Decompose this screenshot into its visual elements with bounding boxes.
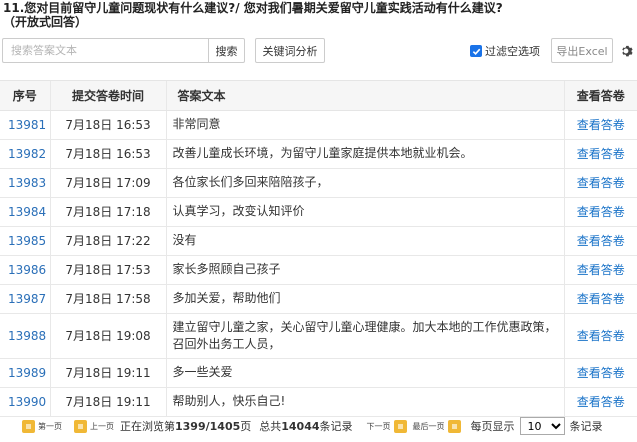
header-time: 提交答卷时间 xyxy=(50,81,167,111)
last-page-label: 最后一页 xyxy=(412,421,445,431)
row-time: 7月18日 16:53 xyxy=(50,139,167,169)
row-answer: 家长多照顾自己孩子 xyxy=(166,255,565,285)
keyword-analysis-button[interactable]: 关键词分析 xyxy=(255,38,325,63)
next-page-icon xyxy=(393,419,407,433)
row-id-link[interactable]: 13983 xyxy=(0,168,51,198)
page-size-select[interactable]: 10 xyxy=(519,417,565,435)
row-time: 7月18日 17:53 xyxy=(50,255,167,285)
table-row: 13987 7月18日 17:58 多加关爱，帮助他们 查看答卷 xyxy=(0,284,637,314)
view-answer-link[interactable]: 查看答卷 xyxy=(564,168,637,198)
gear-icon[interactable] xyxy=(620,44,634,58)
row-answer: 非常同意 xyxy=(166,110,565,140)
row-id-link[interactable]: 13989 xyxy=(0,358,51,388)
first-page-icon xyxy=(22,419,35,433)
total-records: 总共14044条记录 xyxy=(259,418,352,434)
browsing-prefix: 正在浏览第 xyxy=(120,420,175,433)
row-time: 7月18日 19:08 xyxy=(50,313,167,359)
question-title: 11.您对目前留守儿童问题现状有什么建议?/ 您对我们暑期关爱留守儿童实践活动有… xyxy=(3,1,633,29)
table-header-row: 序号 提交答卷时间 答案文本 查看答卷 xyxy=(0,81,637,111)
view-answer-link[interactable]: 查看答卷 xyxy=(564,284,637,314)
row-answer: 建立留守儿童之家，关心留守儿童心理健康。加大本地的工作优惠政策，召回外出务工人员… xyxy=(166,313,565,359)
row-id-link[interactable]: 13984 xyxy=(0,197,51,227)
export-excel-button[interactable]: 导出Excel xyxy=(551,38,613,63)
total-value: 14044 xyxy=(281,420,320,433)
first-page-button[interactable]: 第一页 xyxy=(22,419,62,433)
view-answer-link[interactable]: 查看答卷 xyxy=(564,139,637,169)
prev-page-icon xyxy=(74,419,87,433)
row-time: 7月18日 17:09 xyxy=(50,168,167,198)
next-page-button[interactable]: 下一页 xyxy=(366,419,407,433)
row-answer: 帮助别人，快乐自己! xyxy=(166,387,565,417)
row-answer: 改善儿童成长环境，为留守儿童家庭提供本地就业机会。 xyxy=(166,139,565,169)
row-time: 7月18日 16:53 xyxy=(50,110,167,140)
row-answer: 多加关爱，帮助他们 xyxy=(166,284,565,314)
row-id-link[interactable]: 13986 xyxy=(0,255,51,285)
view-answer-link[interactable]: 查看答卷 xyxy=(564,313,637,359)
checkbox-checked-icon[interactable] xyxy=(470,45,482,57)
row-time: 7月18日 19:11 xyxy=(50,387,167,417)
first-page-label: 第一页 xyxy=(38,421,62,431)
per-page-suffix: 条记录 xyxy=(569,420,603,433)
table-row: 13985 7月18日 17:22 没有 查看答卷 xyxy=(0,226,637,256)
header-id: 序号 xyxy=(0,81,51,111)
view-answer-link[interactable]: 查看答卷 xyxy=(564,226,637,256)
next-page-label: 下一页 xyxy=(366,421,391,431)
toolbar: 搜索 关键词分析 过滤空选项 导出Excel xyxy=(0,38,637,64)
filter-empty-label: 过滤空选项 xyxy=(485,45,540,58)
row-time: 7月18日 19:11 xyxy=(50,358,167,388)
question-type: （开放式回答） xyxy=(3,15,88,29)
table-row: 13982 7月18日 16:53 改善儿童成长环境，为留守儿童家庭提供本地就业… xyxy=(0,139,637,169)
view-answer-link[interactable]: 查看答卷 xyxy=(564,255,637,285)
table-row: 13989 7月18日 19:11 多一些关爱 查看答卷 xyxy=(0,358,637,388)
row-id-link[interactable]: 13988 xyxy=(0,313,51,359)
row-time: 7月18日 17:22 xyxy=(50,226,167,256)
question-text: 11.您对目前留守儿童问题现状有什么建议?/ 您对我们暑期关爱留守儿童实践活动有… xyxy=(3,1,503,15)
per-page-prefix: 每页显示 xyxy=(470,420,515,433)
row-answer: 各位家长们多回来陪陪孩子， xyxy=(166,168,565,198)
row-id-link[interactable]: 13981 xyxy=(0,110,51,140)
view-answer-link[interactable]: 查看答卷 xyxy=(564,358,637,388)
browsing-status: 正在浏览第1399/1405页 xyxy=(120,418,251,434)
table-row: 13981 7月18日 16:53 非常同意 查看答卷 xyxy=(0,110,637,140)
row-answer: 没有 xyxy=(166,226,565,256)
table-row: 13984 7月18日 17:18 认真学习，改变认知评价 查看答卷 xyxy=(0,197,637,227)
row-answer: 认真学习，改变认知评价 xyxy=(166,197,565,227)
row-id-link[interactable]: 13985 xyxy=(0,226,51,256)
total-prefix: 总共 xyxy=(259,420,282,433)
table-row: 13990 7月18日 19:11 帮助别人，快乐自己! 查看答卷 xyxy=(0,387,637,417)
row-time: 7月18日 17:18 xyxy=(50,197,167,227)
view-answer-link[interactable]: 查看答卷 xyxy=(564,197,637,227)
filter-empty-toggle[interactable]: 过滤空选项 xyxy=(470,43,540,59)
header-view: 查看答卷 xyxy=(564,81,637,111)
total-suffix: 条记录 xyxy=(319,420,353,433)
header-answer: 答案文本 xyxy=(166,81,565,111)
table-row: 13986 7月18日 17:53 家长多照顾自己孩子 查看答卷 xyxy=(0,255,637,285)
prev-page-label: 上一页 xyxy=(90,421,114,431)
last-page-button[interactable]: 最后一页 xyxy=(412,419,461,433)
answers-table: 序号 提交答卷时间 答案文本 查看答卷 13981 7月18日 16:53 非常… xyxy=(0,80,637,417)
search-input[interactable] xyxy=(2,38,208,63)
row-id-link[interactable]: 13982 xyxy=(0,139,51,169)
row-time: 7月18日 17:58 xyxy=(50,284,167,314)
browsing-suffix: 页 xyxy=(240,420,252,433)
table-row: 13983 7月18日 17:09 各位家长们多回来陪陪孩子， 查看答卷 xyxy=(0,168,637,198)
view-answer-link[interactable]: 查看答卷 xyxy=(564,387,637,417)
row-answer: 多一些关爱 xyxy=(166,358,565,388)
row-id-link[interactable]: 13987 xyxy=(0,284,51,314)
row-id-link[interactable]: 13990 xyxy=(0,387,51,417)
pagination-bar: 第一页 上一页 正在浏览第1399/1405页 总共14044条记录 下一页 最… xyxy=(0,415,637,437)
browsing-value: 1399/1405 xyxy=(175,420,241,433)
view-answer-link[interactable]: 查看答卷 xyxy=(564,110,637,140)
last-page-icon xyxy=(447,419,461,433)
table-row: 13988 7月18日 19:08 建立留守儿童之家，关心留守儿童心理健康。加大… xyxy=(0,313,637,359)
search-button[interactable]: 搜索 xyxy=(208,38,245,63)
prev-page-button[interactable]: 上一页 xyxy=(74,419,114,433)
